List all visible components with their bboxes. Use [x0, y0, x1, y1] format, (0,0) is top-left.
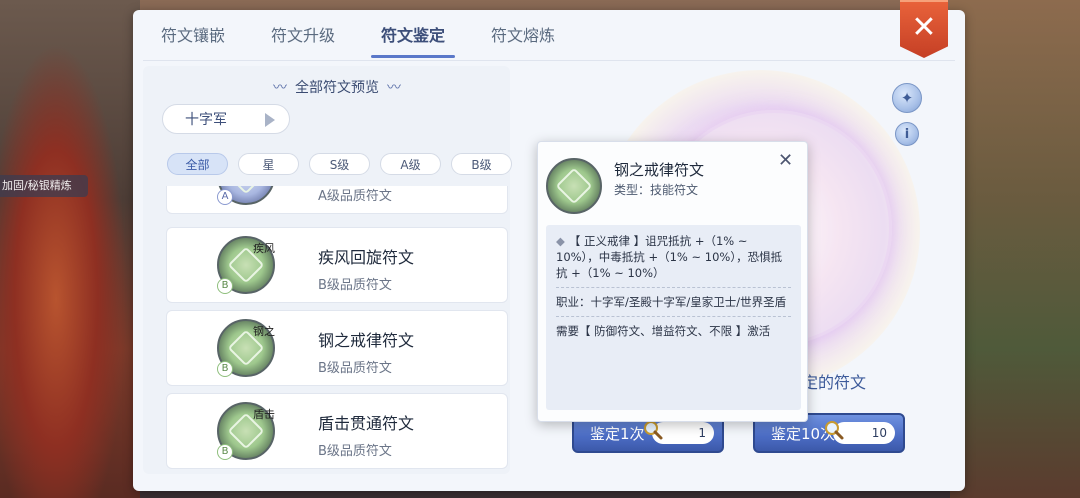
filter-all[interactable]: 全部	[167, 153, 228, 175]
tab-bar: 符文镶嵌 符文升级 符文鉴定 符文熔炼	[133, 10, 965, 58]
rune-quality: B级品质符文	[318, 278, 392, 293]
grade-filters: 全部 星 S级 A级 B级	[167, 153, 512, 175]
grade-badge: B	[217, 444, 233, 460]
bullet-icon: ◆	[556, 234, 565, 248]
rune-icon: A	[217, 186, 275, 205]
list-item[interactable]: 钢之 B 钢之戒律符文 B级品质符文	[166, 310, 508, 386]
identify-once-label: 鉴定1次	[590, 424, 645, 443]
list-item[interactable]: 疾风 B 疾风回旋符文 B级品质符文	[166, 227, 508, 303]
tooltip-effect: ◆ 【 正义戒律 】诅咒抵抗 +（1% ~ 10%），中毒抵抗 +（1% ~ 10…	[556, 233, 791, 288]
identify-ten-cost: 10	[825, 421, 895, 444]
rune-glyph-icon	[555, 167, 593, 205]
rune-name: 疾风回旋符文	[318, 248, 415, 267]
rune-glyph-icon	[227, 186, 265, 195]
magic-wand-icon[interactable]: ✦	[892, 83, 922, 113]
identify-once-cost: 1	[644, 421, 714, 444]
rune-icon: 疾风 B	[217, 236, 275, 294]
tooltip-jobs: 职业：十字军/圣殿十字军/皇家卫士/世界圣盾	[556, 294, 791, 317]
rune-quality: A级品质符文	[318, 189, 392, 204]
tab-rune-upgrade[interactable]: 符文升级	[271, 16, 335, 52]
rune-icon: 盾击 B	[217, 402, 275, 460]
play-arrow-icon	[265, 113, 275, 127]
filter-s[interactable]: S级	[309, 153, 370, 175]
tooltip-rune-name: 钢之戒律符文	[614, 161, 705, 179]
rune-tag: 钢之	[253, 325, 275, 338]
tooltip-details: ◆ 【 正义戒律 】诅咒抵抗 +（1% ~ 10%），中毒抵抗 +（1% ~ 10…	[546, 225, 801, 410]
swirl-left-icon: 〰	[273, 80, 287, 96]
identify-once-cost-value: 1	[698, 426, 706, 440]
magnifier-icon	[825, 421, 844, 440]
magnifier-icon	[644, 421, 663, 440]
grade-badge: B	[217, 361, 233, 377]
preview-title-text: 全部符文预览	[295, 80, 379, 96]
tooltip-rune-icon	[546, 158, 602, 214]
rune-icon: 钢之 B	[217, 319, 275, 377]
tab-divider	[143, 60, 955, 61]
tooltip-effect-text: 【 正义戒律 】诅咒抵抗 +（1% ~ 10%），中毒抵抗 +（1% ~ 10%…	[556, 234, 783, 280]
tab-rune-identify[interactable]: 符文鉴定	[371, 16, 456, 58]
tooltip-close-icon[interactable]: ✕	[778, 150, 793, 171]
grade-badge: B	[217, 278, 233, 294]
close-icon: ✕	[911, 9, 937, 45]
rune-tag: 疾风	[253, 242, 275, 255]
info-icon-label: i	[904, 126, 910, 142]
tab-rune-smelt[interactable]: 符文熔炼	[491, 16, 555, 52]
rune-name: 钢之戒律符文	[318, 331, 415, 350]
class-selector[interactable]: 十字军	[162, 104, 290, 134]
background-hud-label: 加固/秘银精炼	[0, 175, 88, 197]
preview-title: 〰 全部符文预览 〰	[247, 76, 427, 98]
grade-badge: A	[217, 189, 233, 205]
rune-name: 盾击贯通符文	[318, 414, 415, 433]
identify-hint: 定的符文	[802, 373, 867, 392]
info-icon[interactable]: i	[895, 122, 919, 146]
tooltip-requirement: 需要【 防御符文、增益符文、不限 】激活	[556, 324, 771, 338]
filter-b[interactable]: B级	[451, 153, 512, 175]
rune-tag: 盾击	[253, 408, 275, 421]
list-item[interactable]: 盾击 B 盾击贯通符文 B级品质符文	[166, 393, 508, 469]
class-selector-value: 十字军	[185, 112, 227, 128]
close-button[interactable]: ✕	[900, 0, 948, 58]
tooltip-rune-type: 类型：技能符文	[614, 183, 699, 197]
swirl-right-icon: 〰	[387, 80, 401, 96]
rune-quality: B级品质符文	[318, 361, 392, 376]
tab-rune-inlay[interactable]: 符文镶嵌	[161, 16, 225, 52]
rune-tooltip: 钢之戒律符文 类型：技能符文 ✕ ◆ 【 正义戒律 】诅咒抵抗 +（1% ~ 10…	[537, 141, 808, 422]
filter-a[interactable]: A级	[380, 153, 441, 175]
filter-star[interactable]: 星	[238, 153, 299, 175]
background-right-scene	[950, 0, 1080, 498]
rune-quality: B级品质符文	[318, 444, 392, 459]
identify-ten-cost-value: 10	[871, 426, 887, 440]
list-item[interactable]: A A级品质符文	[166, 186, 508, 214]
background-left-scene	[0, 0, 140, 498]
rune-list[interactable]: A A级品质符文 疾风 B 疾风回旋符文 B级品质符文 钢之 B 钢之戒律符文 …	[158, 186, 510, 470]
